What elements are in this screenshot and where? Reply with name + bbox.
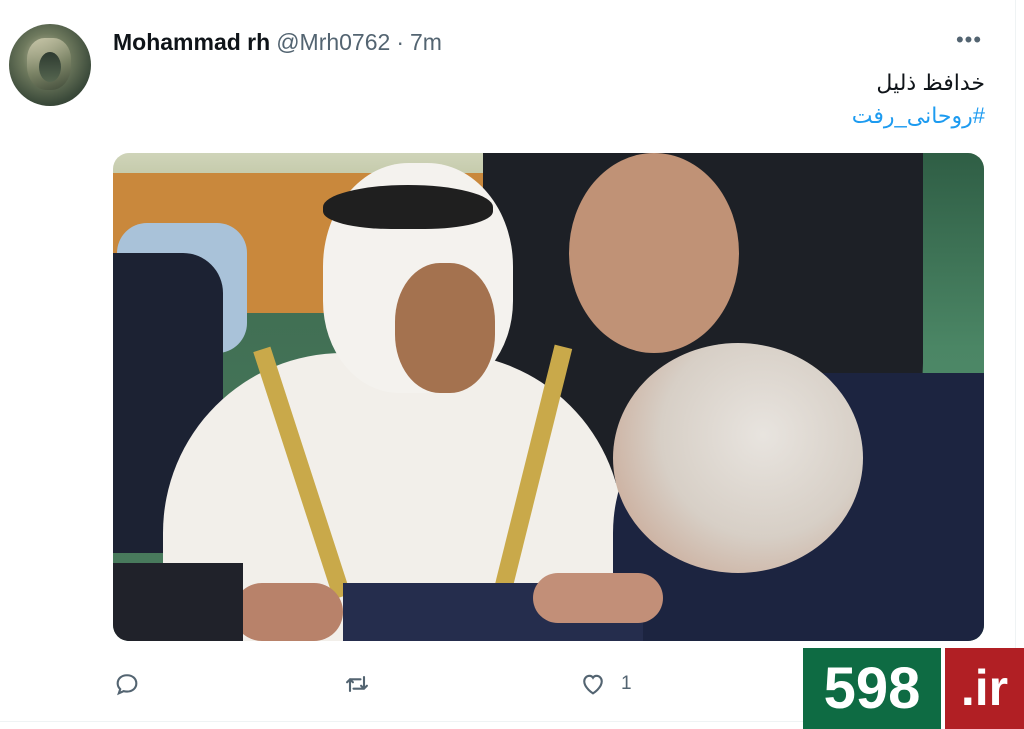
reply-button[interactable] — [113, 664, 155, 704]
watermark-logo: 598 .ir — [803, 648, 1024, 729]
like-button[interactable]: 1 — [579, 664, 632, 704]
tweet-text-line: خدافظ ذلیل — [876, 70, 985, 95]
hashtag-link[interactable]: #روحانی_رفت — [852, 99, 985, 132]
reply-icon — [116, 674, 138, 696]
avatar[interactable] — [9, 24, 91, 106]
watermark-tld: .ir — [945, 648, 1024, 729]
retweet-icon — [346, 675, 368, 693]
photo-hand — [233, 583, 343, 641]
tweet-timestamp[interactable]: 7m — [410, 29, 442, 56]
tweet-header: Mohammad rh @Mrh0762 · 7m — [113, 29, 442, 57]
heart-icon — [583, 674, 603, 695]
retweet-button[interactable] — [343, 664, 385, 704]
photo-agal — [323, 185, 493, 229]
watermark-number: 598 — [803, 648, 941, 729]
tweet-text: خدافظ ذلیل #روحانی_رفت — [852, 66, 985, 132]
photo-foreground-bar — [113, 563, 243, 641]
photo-head-bald — [569, 153, 739, 353]
author-handle[interactable]: @Mrh0762 — [276, 29, 390, 56]
tweet-card[interactable]: Mohammad rh @Mrh0762 · 7m ••• خدافظ ذلیل… — [0, 0, 1016, 722]
like-count: 1 — [621, 673, 632, 694]
author-name[interactable]: Mohammad rh — [113, 29, 270, 56]
photo-hand — [533, 573, 663, 623]
photo-face — [395, 263, 495, 393]
more-options-button[interactable]: ••• — [952, 29, 986, 51]
avatar-shape-detail — [39, 52, 61, 82]
tweet-photo[interactable] — [113, 153, 984, 641]
header-separator: · — [396, 29, 404, 55]
photo-head-white-hair — [613, 343, 863, 573]
tweet-actions: 1 — [113, 664, 713, 704]
